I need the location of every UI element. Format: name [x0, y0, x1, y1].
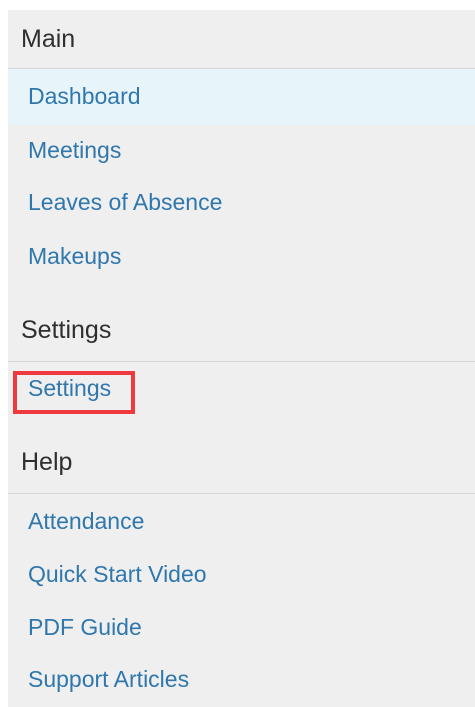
section-header-main: Main	[8, 25, 475, 55]
nav-item-makeups[interactable]: Makeups	[8, 231, 475, 283]
nav-item-pdf-guide[interactable]: PDF Guide	[8, 602, 475, 654]
section-title-settings: Settings	[21, 316, 112, 344]
nav-label-support-articles: Support Articles	[28, 666, 190, 692]
nav-label-makeups: Makeups	[28, 243, 122, 269]
section-title-main: Main	[21, 25, 76, 53]
nav-item-attendance[interactable]: Attendance	[8, 496, 475, 548]
nav-item-leaves-of-absence[interactable]: Leaves of Absence	[8, 177, 475, 229]
nav-item-meetings[interactable]: Meetings	[8, 125, 475, 177]
nav-label-quick-start-video: Quick Start Video	[28, 561, 207, 587]
nav-label-attendance: Attendance	[28, 508, 145, 534]
nav-item-support-articles[interactable]: Support Articles	[8, 654, 475, 706]
sidebar-nav: Main Dashboard Meetings Leaves of Absenc…	[8, 10, 475, 707]
nav-label-meetings: Meetings	[28, 137, 122, 163]
section-header-settings: Settings	[8, 316, 475, 346]
nav-label-leaves-of-absence: Leaves of Absence	[28, 189, 223, 215]
nav-label-pdf-guide: PDF Guide	[28, 614, 142, 640]
section-header-help: Help	[8, 448, 475, 478]
nav-item-quick-start-video[interactable]: Quick Start Video	[8, 549, 475, 601]
nav-item-dashboard[interactable]: Dashboard	[8, 69, 475, 125]
section-title-help: Help	[21, 448, 73, 476]
section-divider-settings	[8, 361, 475, 362]
nav-label-dashboard: Dashboard	[28, 83, 141, 109]
section-divider-help	[8, 493, 475, 494]
highlight-box-settings	[13, 371, 135, 414]
